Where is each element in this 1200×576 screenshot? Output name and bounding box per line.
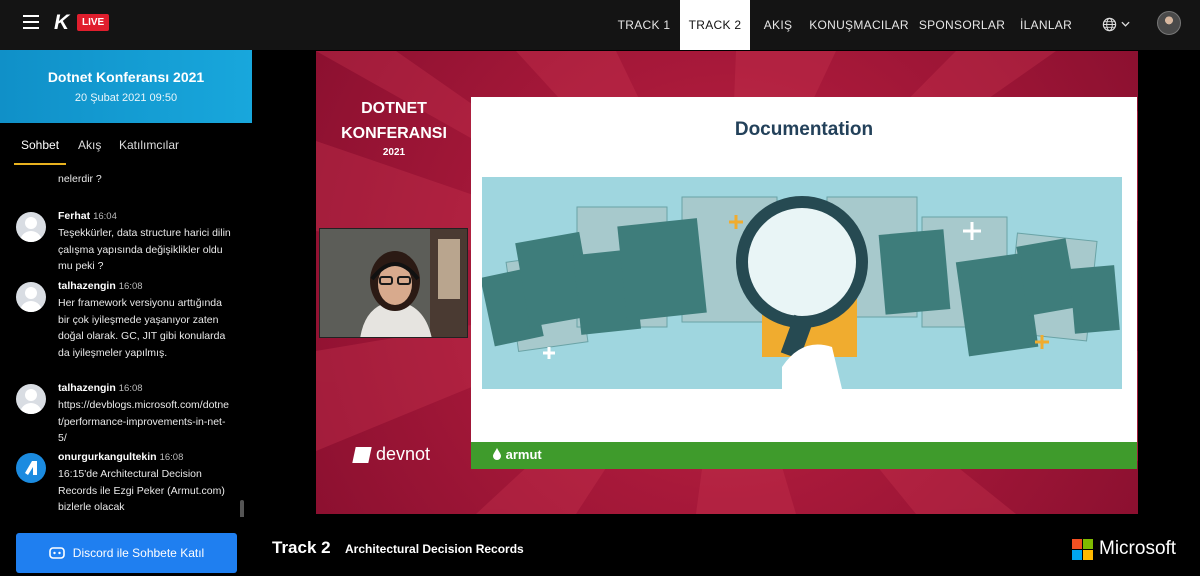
current-track-label: Track 2: [272, 538, 331, 557]
slide-content-panel: Documentation: [471, 97, 1137, 469]
discord-button-label: Discord ile Sohbete Katıl: [72, 546, 205, 560]
video-player[interactable]: DOTNET KONFERANSI 2021 devnot Documentat…: [316, 51, 1138, 514]
event-banner: Dotnet Konferansı 2021 20 Şubat 2021 09:…: [0, 50, 252, 123]
message-text: Her framework versiyonu arttığında bir ç…: [58, 297, 226, 359]
globe-icon: [1102, 17, 1117, 31]
devnot-logo-icon: [25, 461, 37, 475]
live-badge: LIVE: [77, 14, 110, 31]
avatar: [16, 212, 46, 242]
microsoft-logo-icon: [1072, 538, 1093, 560]
message-author: Ferhat 16:04: [58, 210, 117, 222]
message-text: nelerdir ?: [58, 173, 102, 185]
message-author: onurgurkangultekin 16:08: [58, 451, 184, 463]
documentation-illustration: [482, 177, 1122, 389]
chat-messages[interactable]: nelerdir ? Ferhat 16:04 Teşekkürler, data…: [0, 165, 252, 517]
nav-akis[interactable]: AKIŞ: [756, 0, 800, 50]
sidebar-tabs: Sohbet Akış Katılımcılar: [0, 123, 252, 165]
message-text: 16:15'de Architectural Decision Records …: [58, 468, 225, 513]
current-session-title: Architectural Decision Records: [345, 542, 524, 556]
user-avatar[interactable]: [1157, 11, 1181, 35]
tab-katilimcilar[interactable]: Katılımcılar: [119, 138, 179, 152]
chat-sidebar: Dotnet Konferansı 2021 20 Şubat 2021 09:…: [0, 50, 252, 576]
speaker-video-feed: [320, 229, 467, 337]
tab-sohbet[interactable]: Sohbet: [21, 138, 59, 152]
armut-logo: armut: [492, 447, 542, 462]
message-link[interactable]: https://devblogs.microsoft.com/dotnet/pe…: [58, 397, 234, 447]
nav-sponsorlar[interactable]: SPONSORLAR: [918, 0, 1006, 50]
chat-scrollbar[interactable]: [240, 500, 244, 517]
tab-akis[interactable]: Akış: [78, 138, 101, 152]
top-navigation-bar: K LIVE TRACK 1 TRACK 2 AKIŞ KONUŞMACILAR…: [0, 0, 1200, 50]
language-selector[interactable]: [1102, 16, 1132, 32]
event-title: Dotnet Konferansı 2021: [47, 69, 205, 85]
discord-join-button[interactable]: Discord ile Sohbete Katıl: [16, 533, 237, 573]
message-author: talhazengin 16:08: [58, 382, 143, 394]
slide-heading: Documentation: [734, 119, 874, 140]
discord-icon: [48, 546, 65, 559]
avatar: [16, 384, 46, 414]
sponsor-bar: [471, 442, 1137, 469]
message-author: talhazengin 16:08: [58, 280, 143, 292]
nav-track-1[interactable]: TRACK 1: [610, 0, 678, 50]
site-logo[interactable]: K: [54, 12, 69, 34]
devnot-mark-icon: [352, 446, 372, 463]
nav-konusmacilar[interactable]: KONUŞMACILAR: [809, 0, 908, 50]
message-text: Teşekkürler, data structure harici dilin…: [58, 227, 231, 272]
droplet-icon: [493, 448, 501, 460]
avatar: [16, 453, 46, 483]
chevron-down-icon: [1121, 21, 1130, 27]
devnot-logo: devnot: [352, 444, 430, 465]
sponsor-logo: Microsoft: [1072, 538, 1176, 560]
event-date: 20 Şubat 2021 09:50: [74, 92, 178, 104]
nav-track-2[interactable]: TRACK 2: [680, 0, 750, 50]
avatar: [16, 282, 46, 312]
slide-conference-title: DOTNET KONFERANSI 2021: [341, 100, 447, 158]
menu-icon[interactable]: [23, 15, 39, 29]
sponsor-name: Microsoft: [1099, 538, 1177, 559]
speaker-webcam: [319, 228, 468, 338]
nav-ilanlar[interactable]: İLANLAR: [1016, 0, 1076, 50]
documents-magnifier-illustration: [482, 196, 1120, 389]
